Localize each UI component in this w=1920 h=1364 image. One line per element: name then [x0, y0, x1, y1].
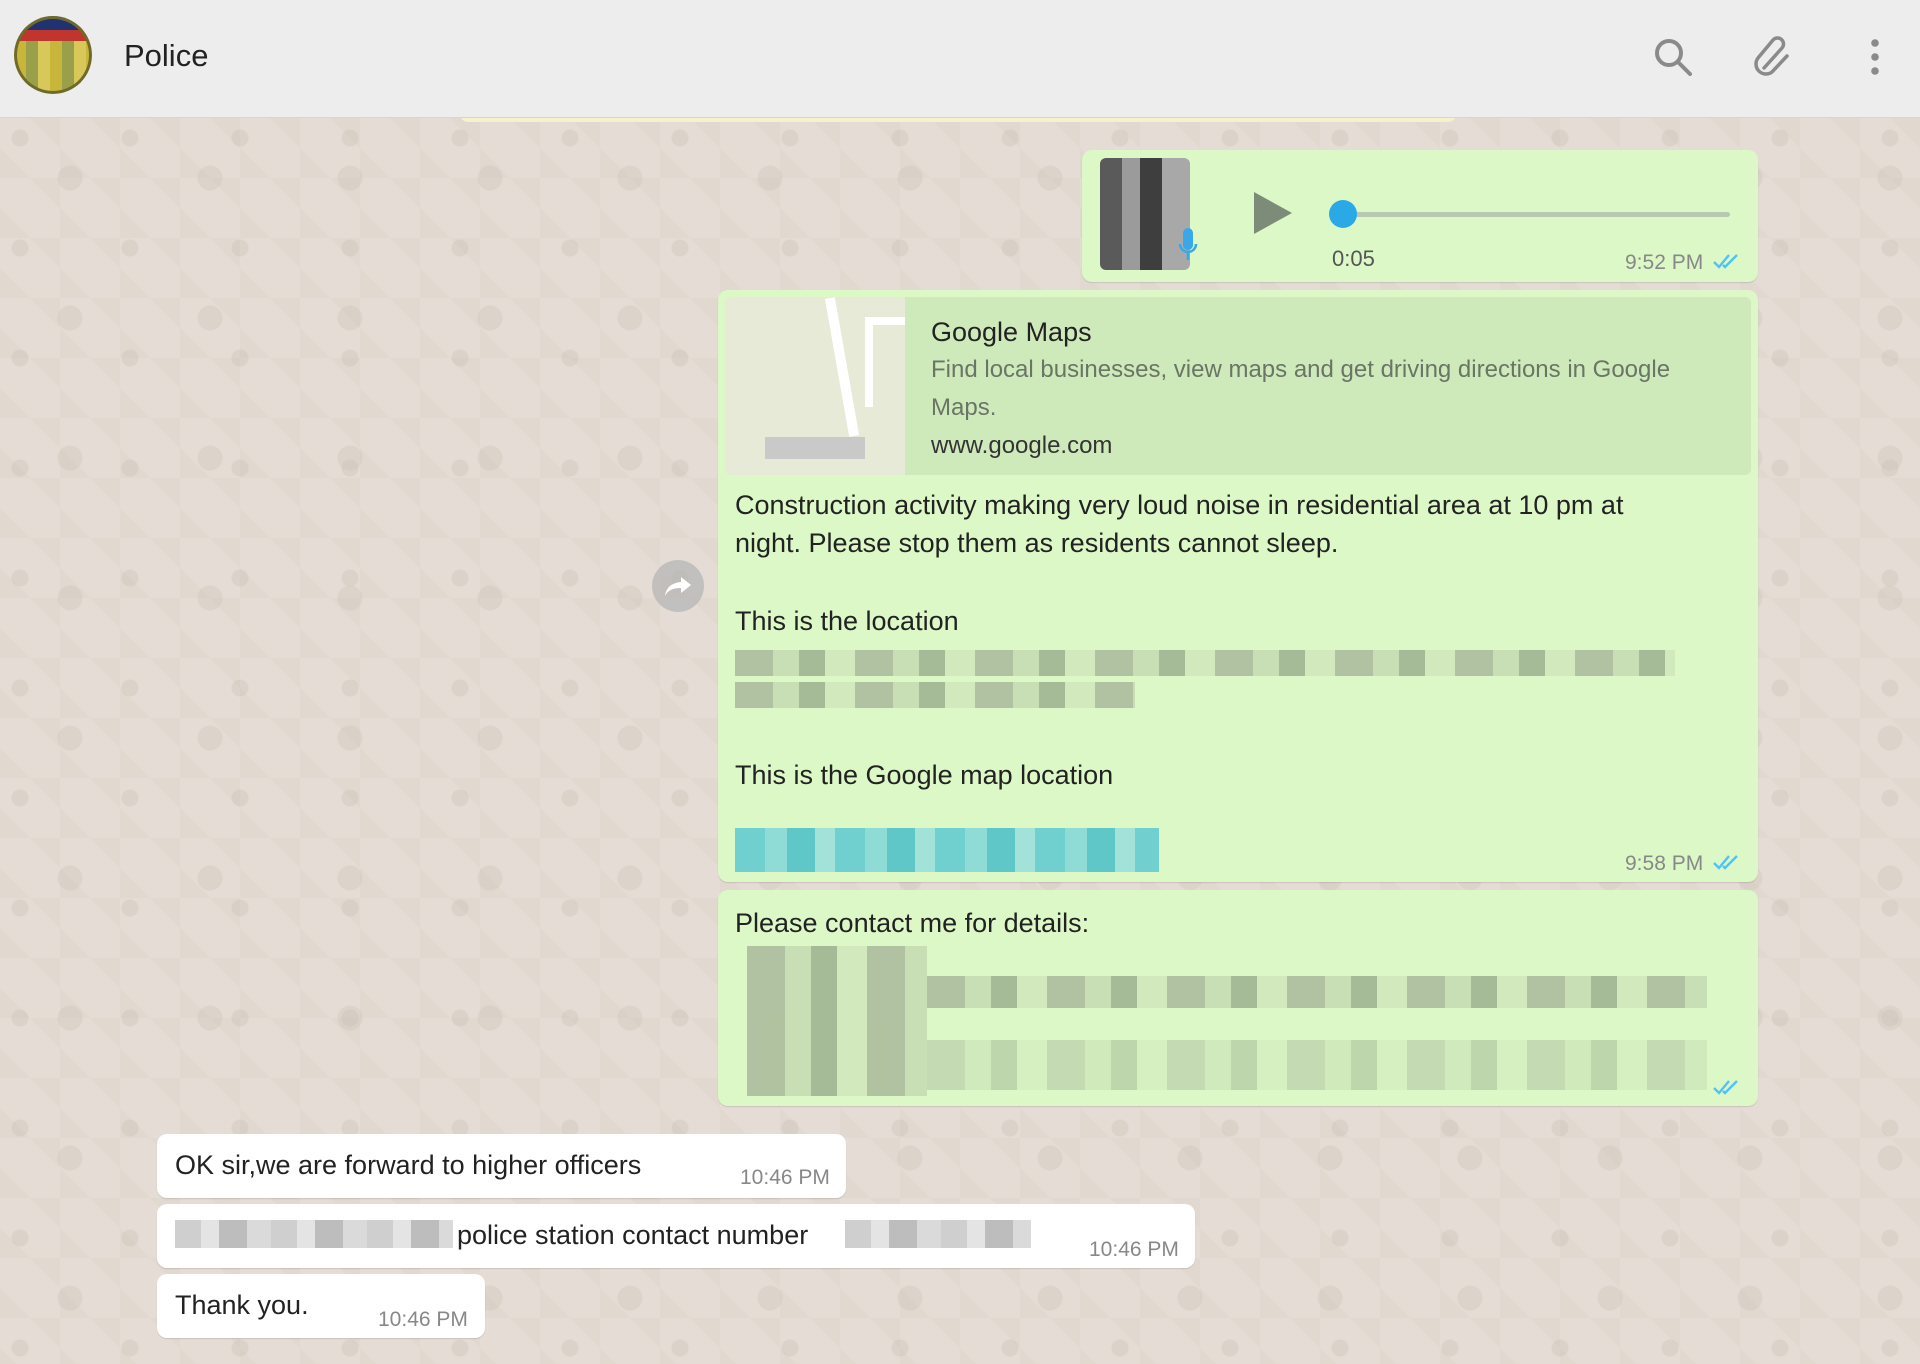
- contact-message-bubble[interactable]: Please contact me for details:: [718, 890, 1758, 1106]
- link-title: Google Maps: [931, 317, 1092, 347]
- redacted-address-cont: [735, 682, 1135, 708]
- message-text: Please contact me for details:: [735, 908, 1090, 938]
- voice-message-bubble[interactable]: 0:05 9:52 PM: [1082, 150, 1758, 282]
- contact-name[interactable]: Police: [124, 38, 208, 74]
- chat-header: Police: [0, 0, 1920, 118]
- search-icon[interactable]: [1650, 34, 1696, 80]
- audio-progress-handle[interactable]: [1329, 200, 1357, 228]
- redacted-contact-name: [927, 976, 1707, 1008]
- redacted-station-name: [175, 1220, 453, 1248]
- incoming-message-bubble[interactable]: police station contact number 10:46 PM: [157, 1204, 1195, 1268]
- location-label: This is the location: [735, 606, 959, 636]
- message-time: 9:58 PM: [1625, 852, 1704, 875]
- message-time: 10:46 PM: [1089, 1238, 1179, 1261]
- link-preview[interactable]: Google Maps Find local businesses, view …: [725, 297, 1751, 475]
- message-text: OK sir,we are forward to higher officers: [175, 1150, 642, 1180]
- read-ticks-icon: [1712, 853, 1742, 871]
- map-location-label: This is the Google map location: [735, 760, 1114, 790]
- redacted-phone-number: [845, 1220, 1031, 1248]
- forward-button[interactable]: [652, 560, 704, 612]
- redacted-contact-avatar: [747, 946, 927, 1096]
- audio-duration: 0:05: [1332, 246, 1375, 271]
- link-description-cont: Maps.: [931, 394, 997, 421]
- redacted-contact-number: [927, 1040, 1707, 1090]
- microphone-icon: [1178, 226, 1198, 266]
- message-time: 9:52 PM: [1625, 251, 1704, 274]
- map-thumbnail: [725, 297, 905, 475]
- message-text-cont: night. Please stop them as residents can…: [735, 528, 1339, 558]
- link-domain: www.google.com: [931, 432, 1113, 459]
- location-message-bubble[interactable]: Google Maps Find local businesses, view …: [718, 290, 1758, 882]
- attach-icon[interactable]: [1750, 34, 1796, 80]
- message-text: police station contact number: [457, 1220, 809, 1250]
- redacted-map-link[interactable]: [735, 828, 1159, 872]
- menu-icon[interactable]: [1852, 34, 1898, 80]
- redacted-address: [735, 650, 1675, 676]
- message-text: Thank you.: [175, 1290, 309, 1320]
- message-time: 10:46 PM: [740, 1166, 830, 1189]
- play-icon[interactable]: [1250, 188, 1296, 238]
- message-text: Construction activity making very loud n…: [735, 490, 1624, 520]
- message-time: 10:46 PM: [378, 1308, 468, 1331]
- incoming-message-bubble[interactable]: OK sir,we are forward to higher officers…: [157, 1134, 846, 1198]
- link-description: Find local businesses, view maps and get…: [931, 356, 1671, 383]
- read-ticks-icon: [1712, 1078, 1742, 1096]
- incoming-message-bubble[interactable]: Thank you. 10:46 PM: [157, 1274, 485, 1338]
- audio-progress-track[interactable]: [1330, 212, 1730, 217]
- contact-avatar[interactable]: [14, 16, 92, 94]
- read-ticks-icon: [1712, 252, 1742, 270]
- forward-icon: [665, 577, 691, 596]
- sender-avatar-thumbnail: [1100, 158, 1190, 270]
